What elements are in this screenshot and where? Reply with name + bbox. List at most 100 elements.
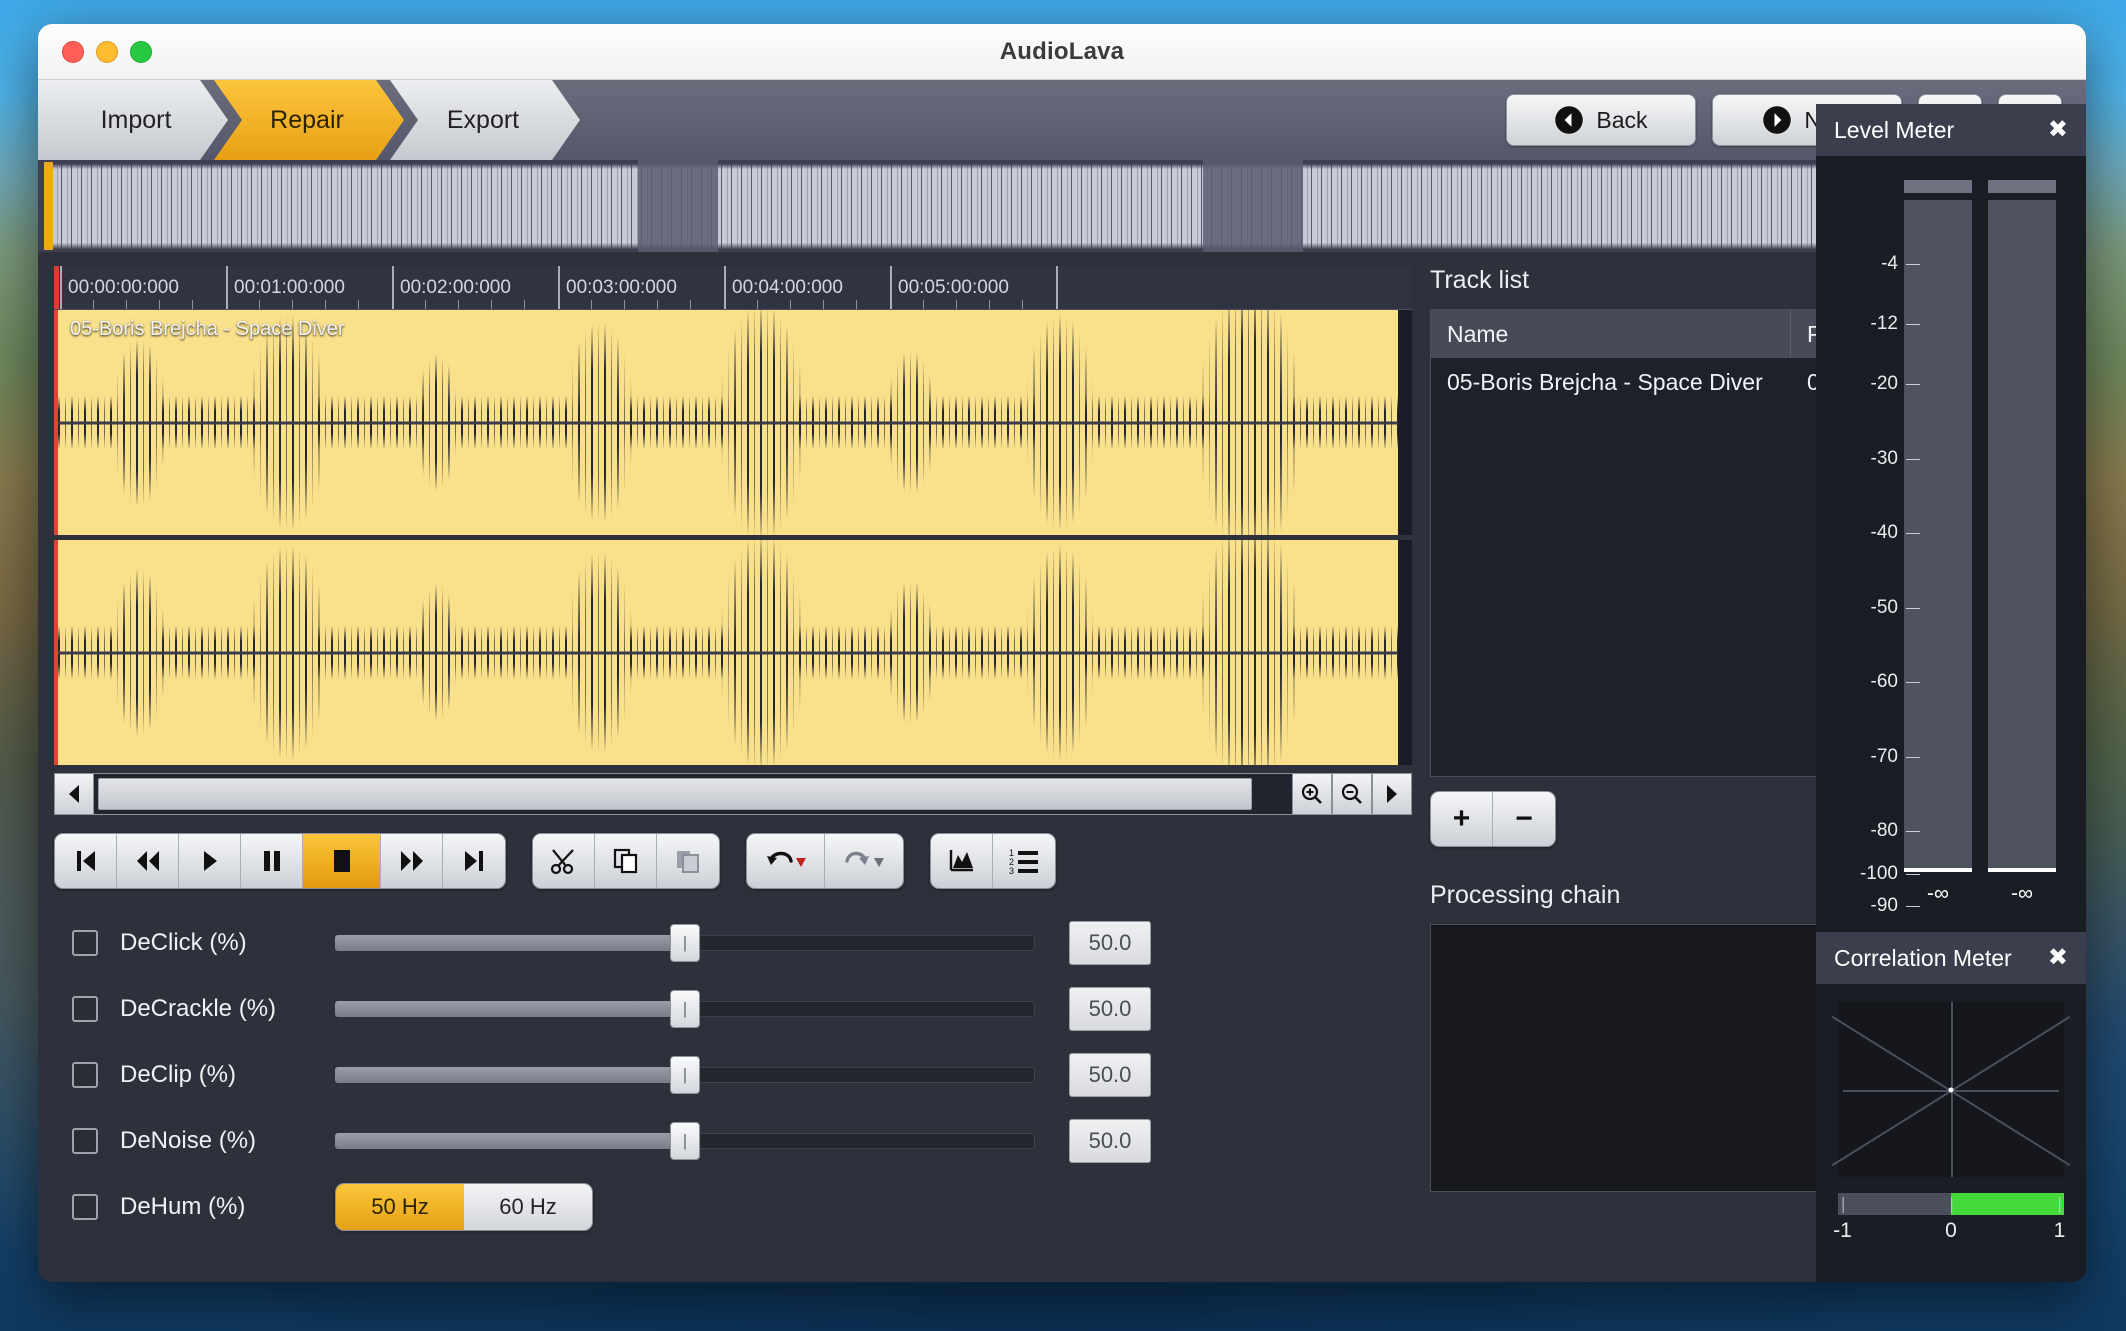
minimize-window-button[interactable] bbox=[96, 40, 118, 63]
denoise-slider-fill bbox=[335, 1133, 685, 1149]
ruler-mark: 00:01:00:000 bbox=[226, 266, 345, 309]
waveform-view-button[interactable] bbox=[931, 834, 993, 888]
chart-waveform-icon bbox=[949, 850, 973, 872]
declick-slider[interactable]: | bbox=[335, 924, 1035, 962]
chevron-left-circle-icon bbox=[1555, 106, 1584, 134]
close-icon[interactable]: ✖ bbox=[2048, 946, 2068, 970]
waveform-overview-strip[interactable] bbox=[38, 160, 2086, 252]
declick-label: DeClick (%) bbox=[120, 929, 247, 956]
denoise-slider-knob[interactable]: | bbox=[670, 1122, 700, 1160]
maximize-window-button[interactable] bbox=[130, 40, 152, 63]
skip-to-end-button[interactable] bbox=[443, 834, 505, 888]
numbered-list-icon: 1 2 3 bbox=[1009, 848, 1038, 874]
copy-button[interactable] bbox=[595, 834, 657, 888]
fast-forward-button[interactable] bbox=[381, 834, 443, 888]
add-track-button[interactable]: + bbox=[1431, 792, 1493, 846]
play-button[interactable] bbox=[179, 834, 241, 888]
denoise-checkbox[interactable] bbox=[72, 1128, 98, 1154]
decrackle-slider-knob[interactable]: | bbox=[670, 990, 700, 1028]
close-window-button[interactable] bbox=[62, 40, 84, 63]
main-content: 00:00:00:000 00:01:00:000 00:02:00:000 0… bbox=[38, 252, 2086, 1282]
decrackle-checkbox[interactable] bbox=[72, 996, 98, 1022]
decrackle-slider-fill bbox=[335, 1001, 685, 1017]
decrackle-label: DeCrackle (%) bbox=[120, 995, 277, 1022]
denoise-slider[interactable]: | bbox=[335, 1122, 1035, 1160]
scrollbar-thumb[interactable] bbox=[98, 778, 1253, 810]
meters-dock: Level Meter ✖ -4 -12 -20 -30 -40 -50 -60… bbox=[1816, 104, 2086, 1282]
level-readout-left: -∞ bbox=[1927, 882, 1949, 905]
correlation-meter-panel: Correlation Meter ✖ -1 0 1 bbox=[1816, 932, 2086, 1282]
cut-button[interactable] bbox=[533, 834, 595, 888]
level-tick: -70 bbox=[1870, 746, 1921, 767]
dehum-60hz-option[interactable]: 60 Hz bbox=[464, 1184, 592, 1230]
scroll-right-button[interactable] bbox=[1372, 773, 1412, 815]
declip-slider[interactable]: | bbox=[335, 1056, 1035, 1094]
track-name-cell: 05-Boris Brejcha - Space Diver bbox=[1447, 368, 1763, 395]
level-tick: -40 bbox=[1870, 522, 1921, 543]
waveform-left-axis bbox=[58, 421, 1412, 424]
zoom-in-button[interactable] bbox=[1292, 773, 1332, 815]
triangle-left-icon bbox=[69, 785, 79, 803]
ruler-mark: 00:00:00:000 bbox=[60, 266, 179, 309]
tracklist-buttons: + − bbox=[1430, 791, 1556, 847]
denoise-value[interactable]: 50.0 bbox=[1069, 1119, 1151, 1163]
back-button-label: Back bbox=[1596, 106, 1648, 133]
level-tick: -100 bbox=[1859, 863, 1921, 884]
declip-slider-knob[interactable]: | bbox=[670, 1056, 700, 1094]
stop-button[interactable] bbox=[303, 834, 381, 888]
overview-start-marker[interactable] bbox=[44, 162, 53, 250]
close-icon[interactable]: ✖ bbox=[2048, 118, 2068, 142]
workflow-steps: Import Repair Export bbox=[38, 80, 566, 160]
skip-to-start-button[interactable] bbox=[55, 834, 117, 888]
declip-value[interactable]: 50.0 bbox=[1069, 1053, 1151, 1097]
waveform-channel-right[interactable] bbox=[54, 540, 1412, 765]
ruler-mark: 00:04:00:000 bbox=[724, 266, 843, 309]
ruler-mark bbox=[1056, 266, 1064, 309]
window-controls bbox=[62, 40, 152, 63]
editor-column: 00:00:00:000 00:01:00:000 00:02:00:000 0… bbox=[54, 266, 1412, 1266]
declick-checkbox[interactable] bbox=[72, 930, 98, 956]
correlation-label-max: 1 bbox=[2053, 1197, 2066, 1242]
back-button[interactable]: Back bbox=[1506, 94, 1696, 146]
play-icon bbox=[203, 851, 217, 871]
scroll-left-button[interactable] bbox=[54, 773, 94, 815]
step-export[interactable]: Export bbox=[390, 80, 580, 160]
waveform-left-edge bbox=[1398, 310, 1412, 535]
declick-value[interactable]: 50.0 bbox=[1069, 921, 1151, 965]
declick-slider-knob[interactable]: | bbox=[670, 924, 700, 962]
playback-controls bbox=[54, 833, 506, 889]
step-repair[interactable]: Repair bbox=[214, 80, 404, 160]
waveform-channel-left[interactable]: 05-Boris Brejcha - Space Diver bbox=[54, 310, 1412, 535]
scrollbar-track[interactable] bbox=[94, 773, 1292, 815]
remove-track-button[interactable]: − bbox=[1493, 792, 1555, 846]
level-tick: -50 bbox=[1870, 597, 1921, 618]
rewind-button[interactable] bbox=[117, 834, 179, 888]
magnifier-plus-icon bbox=[1301, 783, 1322, 804]
copy-icon bbox=[613, 848, 637, 874]
playhead-marker[interactable] bbox=[54, 266, 59, 309]
overview-quiet-region bbox=[1203, 160, 1303, 252]
waveform-display[interactable]: 05-Boris Brejcha - Space Diver bbox=[54, 310, 1412, 765]
decrackle-slider[interactable]: | bbox=[335, 990, 1035, 1028]
declip-checkbox[interactable] bbox=[72, 1062, 98, 1088]
ruler-mark: 00:02:00:000 bbox=[392, 266, 511, 309]
undo-button[interactable] bbox=[747, 834, 825, 888]
dehum-checkbox[interactable] bbox=[72, 1194, 98, 1220]
correlation-meter-body: -1 0 1 bbox=[1816, 984, 2086, 1282]
column-header-name[interactable]: Name bbox=[1431, 310, 1791, 358]
pause-button[interactable] bbox=[241, 834, 303, 888]
paste-button[interactable] bbox=[657, 834, 719, 888]
timeline-ruler[interactable]: 00:00:00:000 00:01:00:000 00:02:00:000 0… bbox=[54, 266, 1412, 310]
effect-row-declip: DeClip (%) | 50.0 bbox=[54, 1051, 1412, 1099]
correlation-meter-header: Correlation Meter ✖ bbox=[1816, 932, 2086, 984]
dehum-50hz-option[interactable]: 50 Hz bbox=[336, 1184, 464, 1230]
zoom-out-button[interactable] bbox=[1332, 773, 1372, 815]
level-tick: -80 bbox=[1870, 820, 1921, 841]
redo-button[interactable] bbox=[825, 834, 903, 888]
list-view-button[interactable]: 1 2 3 bbox=[993, 834, 1055, 888]
horizontal-scroll-controls bbox=[54, 773, 1412, 815]
correlation-label-mid: 0 bbox=[1945, 1197, 1957, 1242]
step-import[interactable]: Import bbox=[38, 80, 228, 160]
edit-controls bbox=[532, 833, 720, 889]
decrackle-value[interactable]: 50.0 bbox=[1069, 987, 1151, 1031]
